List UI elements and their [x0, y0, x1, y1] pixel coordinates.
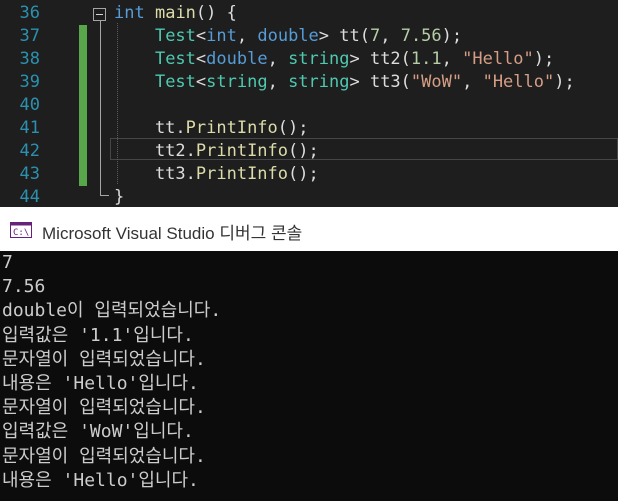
change-indicator [79, 25, 87, 48]
code-token: 7.56 [400, 26, 442, 46]
code-token: , [267, 72, 289, 92]
code-text: tt.PrintInfo(); [114, 117, 309, 140]
change-indicator [79, 140, 87, 163]
console-output[interactable]: 7 7.56 double이 입력되었습니다. 입력값은 '1.1'입니다. 문자열이 … [0, 251, 618, 501]
code-line[interactable]: 43 tt3.PrintInfo(); [0, 163, 618, 186]
code-line[interactable]: 40 [0, 94, 618, 117]
code-token: "Hello" [482, 72, 555, 92]
line-number: 36 [19, 3, 40, 23]
line-number: 44 [19, 187, 40, 207]
line-number: 38 [19, 49, 40, 69]
code-text: tt2.PrintInfo(); [114, 140, 319, 163]
console-app-icon: C:\ [10, 222, 32, 238]
code-token: ); [554, 72, 575, 92]
code-token: , [380, 26, 401, 46]
code-text: Test<string, string> tt3("WoW", "Hello")… [114, 71, 575, 94]
code-token: 7 [369, 26, 381, 46]
line-number: 39 [19, 72, 40, 92]
code-token: < [195, 72, 207, 92]
line-number: 42 [19, 141, 40, 161]
code-token: main [154, 3, 196, 23]
code-token: tt3. [114, 164, 196, 184]
code-token: tt. [114, 118, 186, 138]
code-token: } [114, 187, 125, 207]
code-token: ); [441, 26, 463, 46]
code-token: double [206, 49, 268, 69]
code-text: } [114, 186, 124, 207]
code-text: Test<double, string> tt2(1.1, "Hello"); [114, 48, 554, 71]
code-token: "WoW" [410, 72, 463, 92]
code-line[interactable]: 37 Test<int, double> tt(7, 7.56); [0, 25, 618, 48]
console-output-line: 문자열이 입력되었습니다. [2, 445, 206, 467]
console-title: Microsoft Visual Studio 디버그 콘솔 [42, 224, 303, 243]
code-token: (); [277, 118, 309, 138]
console-output-line: 내용은 'Hello'입니다. [2, 373, 199, 394]
code-line[interactable]: 36 int main() { [0, 2, 618, 25]
code-token: PrintInfo [185, 118, 278, 138]
collapse-toggle-icon[interactable] [93, 8, 106, 21]
code-token: int [206, 26, 237, 46]
code-editor[interactable]: 36 int main() {37 Test<int, double> tt(7,… [0, 0, 618, 207]
svg-text:C:\: C:\ [13, 228, 29, 238]
code-token: > tt3( [349, 72, 411, 92]
code-line[interactable]: 38 Test<double, string> tt2(1.1, "Hello"… [0, 48, 618, 71]
code-token: Test [154, 26, 196, 46]
code-token: Test [154, 72, 196, 92]
code-token: < [195, 49, 207, 69]
console-output-line: 문자열이 입력되었습니다. [2, 397, 206, 419]
code-token: > tt( [318, 26, 370, 46]
code-token: 1.1 [410, 49, 442, 69]
code-text: int main() { [114, 2, 237, 25]
console-output-line: 7.56 [2, 276, 46, 298]
code-line[interactable]: 44} [0, 186, 618, 207]
code-token: , [441, 49, 463, 69]
code-token: string [288, 49, 350, 69]
code-token: , [267, 49, 289, 69]
change-indicator [79, 71, 87, 94]
line-number: 40 [19, 95, 40, 115]
code-token: "Hello" [462, 49, 534, 69]
code-token: int [114, 3, 145, 23]
code-text: tt3.PrintInfo(); [114, 163, 319, 186]
code-token: string [206, 72, 268, 92]
console-output-line: 입력값은 'WoW'입니다. [2, 421, 194, 443]
line-number: 43 [19, 164, 40, 184]
code-token: > tt2( [349, 49, 411, 69]
code-token: < [195, 26, 207, 46]
code-line[interactable]: 39 Test<string, string> tt3("WoW", "Hell… [0, 71, 618, 94]
change-indicator [79, 163, 87, 186]
line-number: 37 [19, 26, 40, 46]
code-token: string [288, 72, 350, 92]
code-line[interactable]: 42 tt2.PrintInfo(); [0, 140, 618, 163]
console-titlebar[interactable]: C:\ Microsoft Visual Studio 디버그 콘솔 [0, 207, 618, 251]
console-output-line: 문자열이 입력되었습니다. [2, 348, 206, 370]
line-number: 41 [19, 118, 40, 138]
code-token: PrintInfo [195, 141, 289, 161]
console-output-line: 내용은 'Hello'입니다. [2, 469, 199, 491]
console-output-line: 입력값은 '1.1'입니다. [2, 324, 194, 346]
code-token: tt2. [114, 141, 196, 161]
code-text: Test<int, double> tt(7, 7.56); [114, 25, 462, 48]
code-token: ); [533, 49, 555, 69]
change-indicator [79, 94, 87, 117]
code-token: () { [195, 3, 237, 23]
console-output-line: double이 입력되었습니다. [2, 300, 222, 322]
code-token: , [462, 72, 483, 92]
console-output-line: 7 [2, 252, 13, 273]
code-token: (); [288, 164, 319, 184]
code-token: Test [154, 49, 196, 69]
code-token: double [257, 26, 319, 46]
code-line[interactable]: 41 tt.PrintInfo(); [0, 117, 618, 140]
change-indicator [79, 117, 87, 140]
code-token: (); [288, 141, 319, 161]
change-indicator [79, 48, 87, 71]
code-token: PrintInfo [195, 164, 289, 184]
code-token: , [236, 26, 258, 46]
